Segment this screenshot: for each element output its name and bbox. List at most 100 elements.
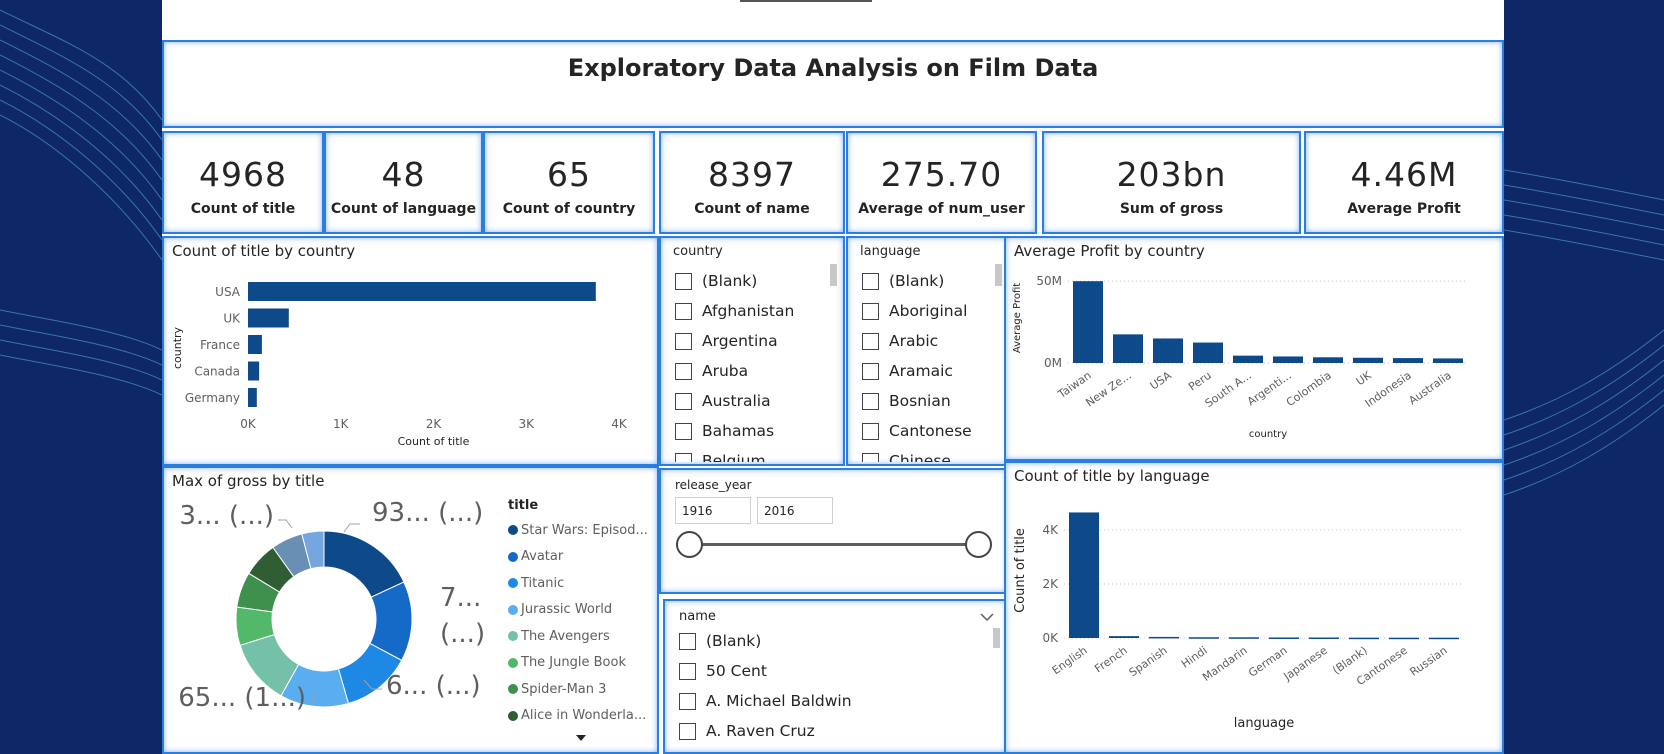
chart-gross-by-title[interactable]: Max of gross by title 93... (...) 7... (..… xyxy=(162,466,659,754)
bar[interactable] xyxy=(1389,637,1419,640)
max-year-input[interactable]: 2016 xyxy=(757,497,833,524)
checkbox[interactable] xyxy=(675,332,692,350)
checkbox[interactable] xyxy=(675,302,692,320)
bar[interactable] xyxy=(1153,338,1183,363)
bar[interactable] xyxy=(1353,357,1383,363)
bar[interactable] xyxy=(1073,281,1103,363)
slicer-option[interactable]: A. Raven Cruz xyxy=(679,716,988,746)
slicer-option[interactable]: Chinese xyxy=(862,446,990,462)
bar[interactable] xyxy=(1069,512,1099,638)
slicer-option[interactable]: Australia xyxy=(675,386,825,416)
legend-item[interactable]: Titanic xyxy=(508,570,656,597)
bar[interactable] xyxy=(1229,637,1259,639)
legend-item[interactable]: Avatar xyxy=(508,544,656,571)
chart-title-by-country[interactable]: Count of title by country USA UK France Can… xyxy=(162,236,659,466)
chart-title-by-language[interactable]: Count of title by language 0K 2K 4K English… xyxy=(1004,461,1504,754)
bar[interactable] xyxy=(1349,637,1379,640)
legend-item[interactable]: Jurassic World xyxy=(508,597,656,624)
bar[interactable] xyxy=(1149,636,1179,639)
checkbox[interactable] xyxy=(862,452,879,462)
kpi-label: Average of num_user xyxy=(858,201,1025,217)
chevron-down-icon[interactable] xyxy=(980,612,994,622)
checkbox[interactable] xyxy=(679,662,696,680)
kpi-card-sum-gross[interactable]: 203bn Sum of gross xyxy=(1042,131,1301,234)
checkbox[interactable] xyxy=(862,302,879,320)
kpi-card-count-country[interactable]: 65 Count of country xyxy=(483,131,655,234)
bar[interactable] xyxy=(1113,334,1143,363)
release-year-slicer[interactable]: release_year 1916 2016 xyxy=(659,468,1008,594)
slider-handle-min[interactable] xyxy=(676,531,703,558)
option-label: (Blank) xyxy=(889,272,945,290)
slicer-scrollbar[interactable] xyxy=(995,264,1002,286)
slicer-scrollbar[interactable] xyxy=(830,264,837,286)
slicer-option[interactable]: Cantonese xyxy=(862,416,990,446)
chart-profit-by-country[interactable]: Average Profit by country 0M 50M Taiwan New… xyxy=(1004,236,1504,461)
slicer-option[interactable]: (Blank) xyxy=(679,626,988,656)
slider-track[interactable] xyxy=(691,543,979,546)
kpi-card-average-profit[interactable]: 4.46M Average Profit xyxy=(1304,131,1504,234)
bar[interactable] xyxy=(1393,358,1423,363)
checkbox[interactable] xyxy=(679,692,696,710)
checkbox[interactable] xyxy=(679,632,696,650)
slicer-option[interactable]: A. Michael Baldwin xyxy=(679,686,988,716)
bar[interactable] xyxy=(1269,637,1299,639)
bar[interactable] xyxy=(248,361,260,381)
slicer-option[interactable]: Argentina xyxy=(675,326,825,356)
kpi-card-average-num-user[interactable]: 275.70 Average of num_user xyxy=(846,131,1037,234)
bar[interactable] xyxy=(1309,637,1339,640)
x-tick-label: 1K xyxy=(333,417,350,431)
slicer-option[interactable]: Belgium xyxy=(675,446,825,462)
legend-item[interactable]: The Avengers xyxy=(508,623,656,650)
kpi-card-count-name[interactable]: 8397 Count of name xyxy=(659,131,845,234)
slicer-option[interactable]: Aboriginal xyxy=(862,296,990,326)
bar[interactable] xyxy=(1189,637,1219,639)
legend-item[interactable]: Alice in Wonderla... xyxy=(508,703,656,730)
checkbox[interactable] xyxy=(675,362,692,380)
checkbox[interactable] xyxy=(675,392,692,410)
slicer-option[interactable]: Bahamas xyxy=(675,416,825,446)
bar[interactable] xyxy=(248,308,289,328)
slicer-option[interactable]: (Blank) xyxy=(862,266,990,296)
bar[interactable] xyxy=(1193,342,1223,363)
slicer-option[interactable]: Aramaic xyxy=(862,356,990,386)
legend-item[interactable]: Star Wars: Episod... xyxy=(508,517,656,544)
bar[interactable] xyxy=(248,388,257,407)
bar[interactable] xyxy=(1233,355,1263,363)
kpi-label: Count of country xyxy=(502,201,636,217)
checkbox[interactable] xyxy=(679,722,696,740)
checkbox[interactable] xyxy=(862,392,879,410)
bar[interactable] xyxy=(1273,356,1303,363)
slicer-option[interactable]: (Blank) xyxy=(675,266,825,296)
kpi-card-count-title[interactable]: 4968 Count of title xyxy=(162,131,324,234)
bar[interactable] xyxy=(248,282,596,301)
slicer-option[interactable]: 50 Cent xyxy=(679,656,988,686)
legend-item[interactable]: Spider-Man 3 xyxy=(508,676,656,703)
language-slicer[interactable]: language (Blank) Aboriginal Arabic Arama… xyxy=(846,236,1010,466)
checkbox[interactable] xyxy=(675,422,692,440)
legend-more-arrow-icon[interactable] xyxy=(576,735,586,741)
x-tick-label: Russian xyxy=(1408,644,1450,679)
slicer-option[interactable]: Afghanistan xyxy=(675,296,825,326)
legend-item[interactable]: The Jungle Book xyxy=(508,650,656,677)
slicer-option[interactable]: Aruba xyxy=(675,356,825,386)
checkbox[interactable] xyxy=(675,452,692,462)
bar[interactable] xyxy=(1313,357,1343,363)
name-slicer[interactable]: name (Blank) 50 Cent A. Michael Baldwin … xyxy=(663,599,1008,754)
checkbox[interactable] xyxy=(862,422,879,440)
slicer-option[interactable]: Arabic xyxy=(862,326,990,356)
bar[interactable] xyxy=(1429,637,1459,640)
slicer-option[interactable]: Bosnian xyxy=(862,386,990,416)
bar[interactable] xyxy=(1109,636,1139,638)
kpi-card-count-language[interactable]: 48 Count of language xyxy=(324,131,483,234)
y-tick-label: 0M xyxy=(1044,356,1062,370)
bar[interactable] xyxy=(1433,358,1463,363)
checkbox[interactable] xyxy=(862,272,879,290)
slider-handle-max[interactable] xyxy=(965,531,992,558)
bar[interactable] xyxy=(248,335,262,354)
min-year-input[interactable]: 1916 xyxy=(675,497,751,524)
checkbox[interactable] xyxy=(862,362,879,380)
checkbox[interactable] xyxy=(675,272,692,290)
country-slicer[interactable]: country (Blank) Afghanistan Argentina Ar… xyxy=(659,236,845,466)
checkbox[interactable] xyxy=(862,332,879,350)
slicer-scrollbar[interactable] xyxy=(993,628,1000,648)
